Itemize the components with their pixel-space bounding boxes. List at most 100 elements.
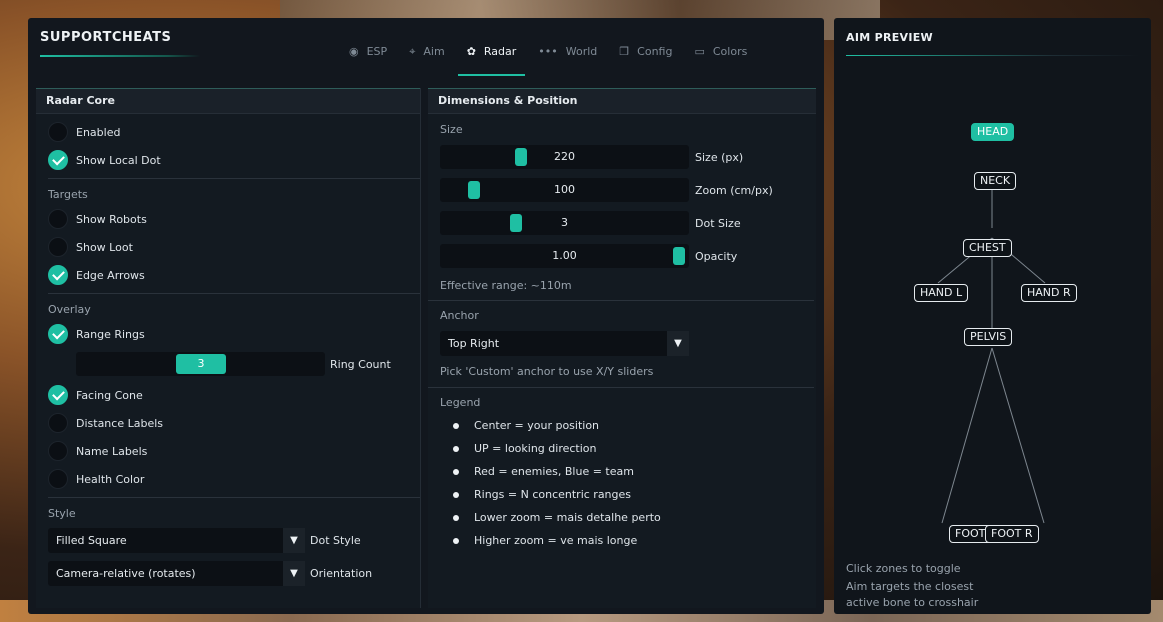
select-value: Top Right: [448, 337, 500, 350]
section-label-size: Size: [440, 123, 463, 136]
slider-value: 3: [561, 216, 568, 229]
ring-count-slider[interactable]: 3: [76, 352, 325, 376]
tab-radar[interactable]: ✿ Radar: [457, 36, 526, 76]
legend-item: Red = enemies, Blue = team: [440, 465, 634, 478]
divider: [428, 300, 814, 301]
brand-title: SUPPORTCHEATS: [40, 30, 172, 45]
edge-arrows-toggle[interactable]: Edge Arrows: [48, 264, 145, 286]
checkbox[interactable]: [48, 265, 68, 285]
health-color-toggle[interactable]: Health Color: [48, 468, 144, 490]
checkbox[interactable]: [48, 122, 68, 142]
dropdown-arrow-icon[interactable]: ▼: [667, 331, 689, 356]
bone-foot-r[interactable]: FOOT R: [985, 525, 1039, 543]
tab-bar: ◉ ESP ⌖ Aim ✿ Radar ••• World ❐ Config ▭…: [340, 36, 760, 76]
legend-text: Red = enemies, Blue = team: [474, 465, 634, 478]
tab-label: World: [565, 45, 598, 58]
tab-world[interactable]: ••• World: [529, 36, 606, 76]
orientation-select[interactable]: Camera-relative (rotates) ▼: [48, 561, 305, 586]
panel-title: Radar Core: [36, 88, 420, 114]
section-label-legend: Legend: [440, 396, 481, 409]
checkbox[interactable]: [48, 150, 68, 170]
checkbox-label: Show Robots: [76, 212, 147, 226]
show-local-dot-toggle[interactable]: Show Local Dot: [48, 149, 161, 171]
checkbox[interactable]: [48, 237, 68, 257]
zoom-slider[interactable]: 100: [440, 178, 689, 202]
gear-icon: ✿: [466, 45, 476, 58]
radar-core-panel: Radar Core Enabled Show Local Dot Target…: [36, 88, 421, 608]
dot-size-label: Dot Size: [695, 217, 741, 230]
checkbox-label: Distance Labels: [76, 416, 164, 430]
divider: [428, 387, 814, 388]
bullet-icon: [453, 491, 459, 498]
config-icon: ❐: [619, 45, 630, 58]
brand-underline: [40, 55, 200, 57]
dot-size-slider[interactable]: 3: [440, 211, 689, 235]
checkbox[interactable]: [48, 469, 68, 489]
dropdown-arrow-icon[interactable]: ▼: [283, 561, 305, 586]
tab-config[interactable]: ❐ Config: [610, 36, 681, 76]
opacity-slider[interactable]: 1.00: [440, 244, 689, 268]
checkbox-label: Show Loot: [76, 240, 133, 254]
checkbox-label: Edge Arrows: [76, 268, 145, 282]
size-label: Size (px): [695, 151, 744, 164]
tab-colors[interactable]: ▭ Colors: [685, 36, 756, 76]
bone-hand-l[interactable]: HAND L: [914, 284, 969, 302]
tab-label: ESP: [366, 45, 388, 58]
checkbox[interactable]: [48, 385, 68, 405]
opacity-label: Opacity: [695, 250, 738, 263]
anchor-select[interactable]: Top Right ▼: [440, 331, 689, 356]
bone-pelvis[interactable]: PELVIS: [964, 328, 1013, 346]
section-label-targets: Targets: [48, 188, 88, 201]
legend-text: Lower zoom = mais detalhe perto: [474, 511, 661, 524]
legend-text: Rings = N concentric ranges: [474, 488, 632, 501]
checkbox[interactable]: [48, 413, 68, 433]
zoom-label: Zoom (cm/px): [695, 184, 773, 197]
bone-head[interactable]: HEAD: [971, 123, 1015, 141]
bone-neck[interactable]: NECK: [974, 172, 1017, 190]
range-rings-toggle[interactable]: Range Rings: [48, 323, 145, 345]
bullet-icon: [453, 468, 459, 475]
bullet-icon: [453, 445, 459, 452]
aim-hint-toggle: Click zones to toggle: [846, 562, 961, 575]
dot-style-label: Dot Style: [310, 534, 361, 547]
effective-range-text: Effective range: ~110m: [440, 279, 572, 292]
checkbox-label: Name Labels: [76, 444, 148, 458]
checkbox-label: Range Rings: [76, 327, 145, 341]
anchor-hint: Pick 'Custom' anchor to use X/Y sliders: [440, 365, 654, 378]
legend-item: Lower zoom = mais detalhe perto: [440, 511, 661, 524]
aim-preview-title: AIM PREVIEW: [846, 31, 933, 44]
bullet-icon: [453, 514, 459, 521]
tab-label: Colors: [712, 45, 748, 58]
name-labels-toggle[interactable]: Name Labels: [48, 440, 147, 462]
tab-esp[interactable]: ◉ ESP: [340, 36, 396, 76]
checkbox-label: Facing Cone: [76, 388, 143, 402]
divider: [48, 178, 420, 179]
bone-chest[interactable]: CHEST: [963, 239, 1012, 257]
checkbox[interactable]: [48, 441, 68, 461]
divider: [48, 497, 420, 498]
checkbox[interactable]: [48, 324, 68, 344]
tab-label: Config: [637, 45, 673, 58]
legend-text: Center = your position: [474, 419, 600, 432]
legend-item: Center = your position: [440, 419, 599, 432]
show-loot-toggle[interactable]: Show Loot: [48, 236, 133, 258]
bone-hand-r[interactable]: HAND R: [1021, 284, 1077, 302]
dimensions-panel: Dimensions & Position Size 220 Size (px)…: [428, 88, 816, 608]
skeleton-diagram: HEAD NECK CHEST HAND L HAND R PELVIS FOO…: [834, 58, 1151, 558]
aim-hint-crosshair: active bone to crosshair: [846, 596, 979, 609]
distance-labels-toggle[interactable]: Distance Labels: [48, 412, 163, 434]
checkbox[interactable]: [48, 209, 68, 229]
folder-icon: ▭: [694, 45, 705, 58]
size-slider[interactable]: 220: [440, 145, 689, 169]
aim-hint-closest: Aim targets the closest: [846, 580, 974, 593]
ring-count-handle[interactable]: 3: [176, 354, 226, 374]
dropdown-arrow-icon[interactable]: ▼: [283, 528, 305, 553]
slider-value: 220: [554, 150, 575, 163]
dot-style-select[interactable]: Filled Square ▼: [48, 528, 305, 553]
tab-aim[interactable]: ⌖ Aim: [400, 36, 454, 76]
facing-cone-toggle[interactable]: Facing Cone: [48, 384, 143, 406]
dots-icon: •••: [538, 45, 558, 58]
enabled-toggle[interactable]: Enabled: [48, 121, 120, 143]
tab-label: Radar: [483, 45, 517, 58]
show-robots-toggle[interactable]: Show Robots: [48, 208, 147, 230]
